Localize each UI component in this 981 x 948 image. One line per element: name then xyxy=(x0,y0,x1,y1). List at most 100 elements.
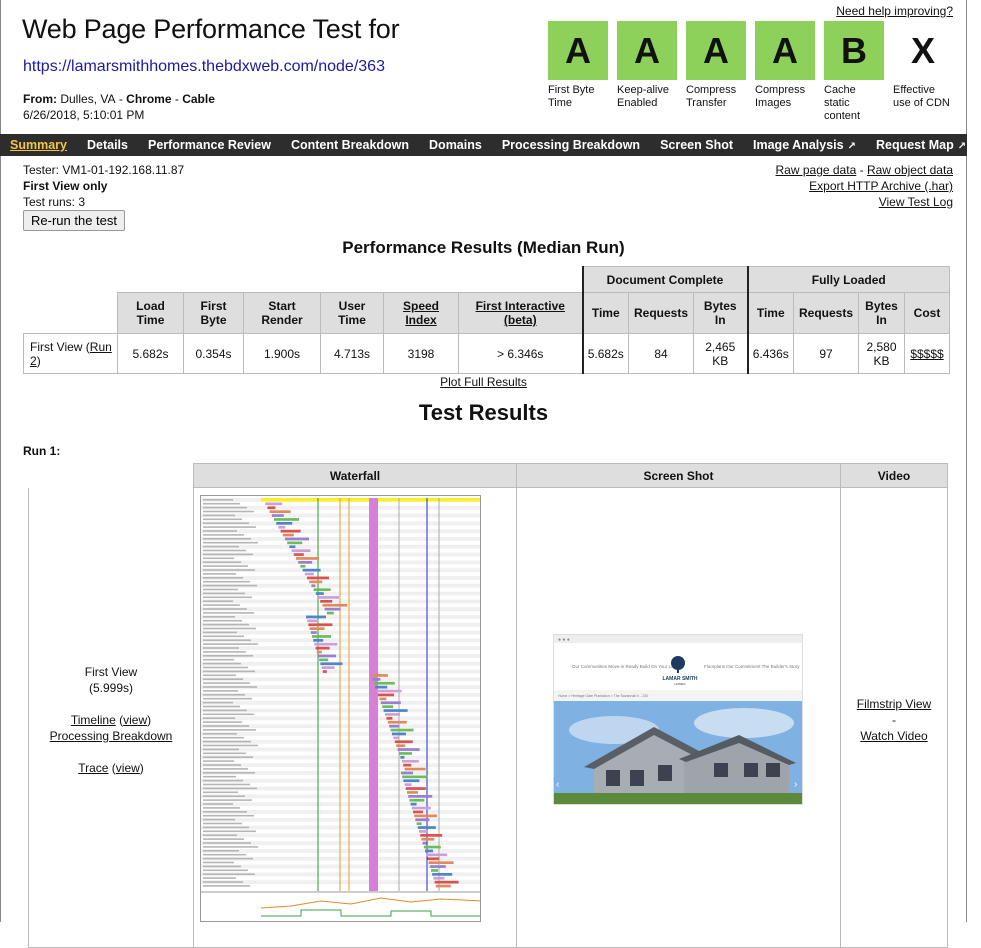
first-view-cell: First View (5.999s) Timeline (view) Proc… xyxy=(28,488,194,948)
cost-link[interactable]: $$$$$ xyxy=(910,347,943,361)
col-full-bytes: Bytes In xyxy=(858,292,905,334)
doc-bytes-value: 2,465 KB xyxy=(693,333,748,374)
waterfall-chart xyxy=(201,498,480,917)
grade-cdn[interactable]: X Effective use of CDN xyxy=(893,21,953,110)
svg-text:● ● ●: ● ● ● xyxy=(558,637,570,643)
grade-value: X xyxy=(893,21,953,80)
test-runs: Test runs: 3 xyxy=(23,195,86,209)
grade-compress-images[interactable]: A Compress Images xyxy=(755,21,815,110)
col-first-byte: First Byte xyxy=(183,292,244,334)
tab-image-analysis-label: Image Analysis xyxy=(753,138,844,152)
col-full-requests: Requests xyxy=(793,292,859,334)
grade-value: A xyxy=(686,21,746,80)
screenshot-nav-right: Floorplans Our Commitment The Builder's … xyxy=(704,664,800,669)
tab-details[interactable]: Details xyxy=(77,138,138,152)
first-byte-value: 0.354s xyxy=(183,333,244,374)
chevron-right-icon: › xyxy=(794,779,797,790)
col-speed-index[interactable]: Speed Index xyxy=(403,299,439,327)
tab-request-map[interactable]: Request Map ↗ xyxy=(866,138,976,152)
tab-processing-breakdown[interactable]: Processing Breakdown xyxy=(492,138,650,152)
grade-label: First Byte Time xyxy=(548,84,595,109)
screenshot-header: Screen Shot xyxy=(516,463,841,488)
tab-summary[interactable]: Summary xyxy=(0,138,77,152)
processing-breakdown-link[interactable]: Processing Breakdown xyxy=(50,729,173,743)
screenshot-breadcrumb: Home > Heritage Gate Plantation > The Sa… xyxy=(558,694,648,698)
test-location: From: Dulles, VA - Chrome - Cable xyxy=(23,92,215,106)
first-interactive-value: > 6.346s xyxy=(458,333,583,374)
export-har-link[interactable]: Export HTTP Archive (.har) xyxy=(809,179,953,193)
tester-info: Tester: VM1-01-192.168.11.87 First View … xyxy=(23,162,184,210)
watch-video-link[interactable]: Watch Video xyxy=(860,729,927,743)
full-requests-value: 97 xyxy=(793,333,859,374)
user-time-value: 4.713s xyxy=(320,333,384,374)
grade-value: A xyxy=(755,21,815,80)
col-full-time: Time xyxy=(746,292,794,334)
screenshot-nav-left: Our Communities Move-in Ready Build On Y… xyxy=(572,664,676,669)
grade-label: Compress Images xyxy=(755,84,806,109)
from-connection: Cable xyxy=(182,92,215,106)
trace-link[interactable]: Trace xyxy=(78,761,108,775)
trace-view-link[interactable]: view xyxy=(116,761,140,775)
grade-first-byte[interactable]: A First Byte Time xyxy=(548,21,608,110)
raw-data-links: Raw page data - Raw object data Export H… xyxy=(776,162,953,210)
from-location: Dulles, VA xyxy=(60,92,116,106)
view-test-log-link[interactable]: View Test Log xyxy=(879,195,953,209)
tested-url-link[interactable]: https://lamarsmithhomes.thebdxweb.com/no… xyxy=(23,58,385,76)
grade-value: B xyxy=(824,21,884,80)
col-start-render: Start Render xyxy=(243,292,321,334)
plot-full-results-link[interactable]: Plot Full Results xyxy=(440,375,527,389)
col-doc-requests: Requests xyxy=(628,292,694,334)
raw-page-data-link[interactable]: Raw page data xyxy=(776,163,857,177)
first-view-row: First View (Run 2) 5.682s 0.354s 1.900s … xyxy=(23,333,950,374)
first-view-label: First View (Run 2) xyxy=(23,333,118,374)
performance-results-title: Performance Results (Median Run) xyxy=(342,238,625,257)
row-label-text: First View ( xyxy=(30,339,90,354)
row-label-close: ) xyxy=(36,353,41,368)
doc-time-value: 5.682s xyxy=(581,333,629,374)
logo-subtext: HOMES xyxy=(674,682,685,686)
doc-requests-value: 84 xyxy=(628,333,694,374)
tester-id: Tester: VM1-01-192.168.11.87 xyxy=(23,163,185,177)
grade-label: Effective use of CDN xyxy=(893,84,950,109)
col-user-time: User Time xyxy=(320,292,384,334)
video-cell: Filmstrip View - Watch Video xyxy=(840,488,948,948)
help-improving-link[interactable]: Need help improving? xyxy=(836,4,953,18)
raw-object-data-link[interactable]: Raw object data xyxy=(867,163,953,177)
separator: - xyxy=(859,163,864,177)
tab-request-map-label: Request Map xyxy=(875,138,954,152)
col-load-time: Load Time xyxy=(117,292,184,334)
waterfall-image[interactable] xyxy=(200,495,481,922)
chevron-left-icon: ‹ xyxy=(556,779,559,790)
screenshot-image[interactable]: ● ● ● Our Communities Move-in Ready Buil… xyxy=(553,634,803,805)
from-browser: Chrome xyxy=(126,92,172,106)
filmstrip-view-link[interactable]: Filmstrip View xyxy=(857,697,931,711)
document-complete-header: Document Complete xyxy=(581,266,748,293)
test-results-title: Test Results xyxy=(418,400,549,425)
col-cost: Cost xyxy=(904,292,950,334)
page-title: Web Page Performance Test for xyxy=(22,14,400,44)
performance-results-table: Document Complete Fully Loaded Load Time… xyxy=(23,266,950,374)
tab-content-breakdown[interactable]: Content Breakdown xyxy=(281,138,419,152)
load-time-value: 5.682s xyxy=(117,333,184,374)
grade-cache-static[interactable]: B Cache static content xyxy=(824,21,884,123)
grade-label: Cache static content xyxy=(824,84,861,122)
tab-performance-review[interactable]: Performance Review xyxy=(138,138,281,152)
full-bytes-value: 2,580 KB xyxy=(858,333,905,374)
test-date: 6/26/2018, 5:10:01 PM xyxy=(23,108,145,122)
tab-image-analysis[interactable]: Image Analysis ↗ xyxy=(743,138,866,152)
speed-index-value: 3198 xyxy=(383,333,459,374)
grade-compress-transfer[interactable]: A Compress Transfer xyxy=(686,21,746,110)
page-screenshot: ● ● ● Our Communities Move-in Ready Buil… xyxy=(554,635,802,804)
grade-keep-alive[interactable]: A Keep-alive Enabled xyxy=(617,21,677,110)
tab-domains[interactable]: Domains xyxy=(419,138,492,152)
col-doc-bytes: Bytes In xyxy=(693,292,748,334)
grade-label: Compress Transfer xyxy=(686,84,737,109)
fully-loaded-header: Fully Loaded xyxy=(746,266,950,293)
timeline-view-link[interactable]: view xyxy=(123,713,147,727)
rerun-test-button[interactable]: Re-run the test xyxy=(23,210,125,231)
col-first-interactive[interactable]: First Interactive (beta) xyxy=(476,299,565,327)
external-link-icon: ↗ xyxy=(847,141,856,152)
timeline-link[interactable]: Timeline xyxy=(71,713,116,727)
tab-screen-shot[interactable]: Screen Shot xyxy=(650,138,743,152)
col-doc-time: Time xyxy=(581,292,629,334)
